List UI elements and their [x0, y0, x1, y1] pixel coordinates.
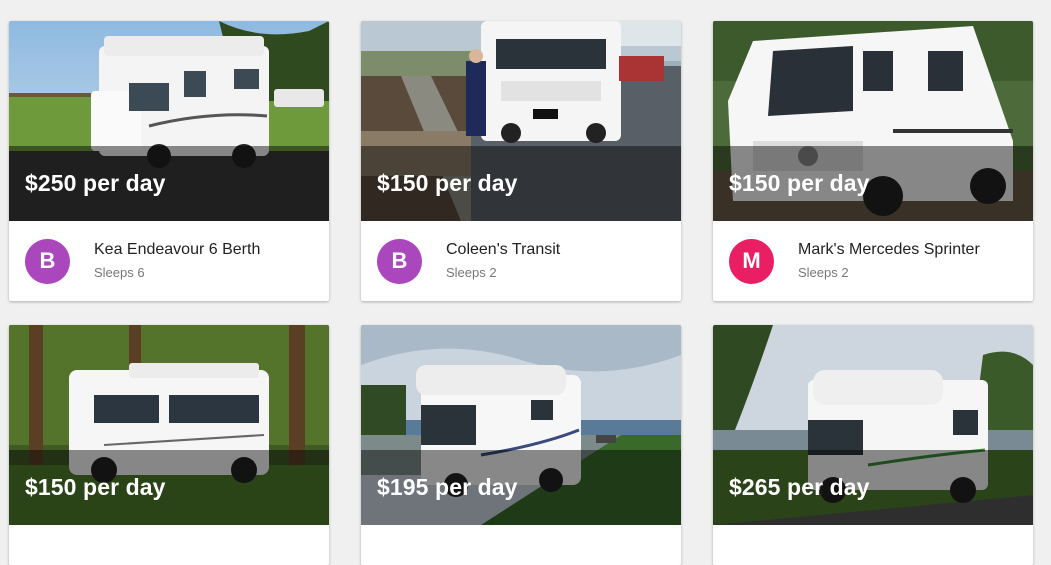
price-overlay: $150 per day — [713, 146, 1033, 221]
listing-photo[interactable]: $265 per day — [713, 325, 1033, 525]
listing-title: Coleen's Transit — [446, 241, 561, 258]
listing-photo[interactable]: $195 per day — [361, 325, 681, 525]
listing-title: Kea Endeavour 6 Berth — [94, 241, 261, 258]
listing-photo[interactable]: $150 per day — [713, 21, 1033, 221]
listing-sleeps: Sleeps 2 — [798, 265, 849, 280]
listing-info[interactable]: M Mark's Mercedes Sprinter Sleeps 2 — [713, 221, 1033, 301]
listing-card[interactable]: $150 per day M Mark's Mercedes Sprinter … — [713, 21, 1033, 301]
owner-avatar: B — [377, 238, 422, 284]
price-overlay: $150 per day — [361, 146, 681, 221]
listing-price: $150 per day — [377, 170, 518, 196]
listing-photo[interactable]: $250 per day — [9, 21, 329, 221]
listing-price: $250 per day — [25, 170, 166, 196]
listing-price: $150 per day — [25, 474, 166, 500]
listing-sleeps: Sleeps 6 — [94, 265, 145, 280]
listing-card[interactable]: $150 per day — [9, 325, 329, 565]
listing-card[interactable]: $250 per day B Kea Endeavour 6 Berth Sle… — [9, 21, 329, 301]
price-overlay: $195 per day — [361, 450, 681, 525]
listing-price: $150 per day — [729, 170, 870, 196]
avatar-letter: B — [391, 248, 408, 273]
listing-price: $195 per day — [377, 474, 518, 500]
listing-title: Mark's Mercedes Sprinter — [798, 241, 980, 258]
owner-avatar: M — [729, 238, 774, 284]
listing-grid: $250 per day B Kea Endeavour 6 Berth Sle… — [9, 21, 1033, 565]
price-overlay: $250 per day — [9, 146, 329, 221]
listing-photo[interactable]: $150 per day — [361, 21, 681, 221]
listing-photo[interactable]: $150 per day — [9, 325, 329, 525]
listing-meta: Mark's Mercedes Sprinter Sleeps 2 — [798, 240, 980, 282]
listing-card[interactable]: $195 per day — [361, 325, 681, 565]
listing-price: $265 per day — [729, 474, 870, 500]
listing-card[interactable]: $150 per day B Coleen's Transit Sleeps 2 — [361, 21, 681, 301]
listing-card[interactable]: $265 per day — [713, 325, 1033, 565]
price-overlay: $265 per day — [713, 450, 1033, 525]
price-overlay: $150 per day — [9, 450, 329, 525]
listing-meta: Kea Endeavour 6 Berth Sleeps 6 — [94, 240, 260, 282]
listing-info[interactable]: B Coleen's Transit Sleeps 2 — [361, 221, 681, 301]
avatar-letter: M — [742, 248, 761, 273]
avatar-letter: B — [39, 248, 56, 273]
listing-info[interactable]: B Kea Endeavour 6 Berth Sleeps 6 — [9, 221, 329, 301]
listing-sleeps: Sleeps 2 — [446, 265, 497, 280]
owner-avatar: B — [25, 238, 70, 284]
listing-meta: Coleen's Transit Sleeps 2 — [446, 240, 560, 282]
